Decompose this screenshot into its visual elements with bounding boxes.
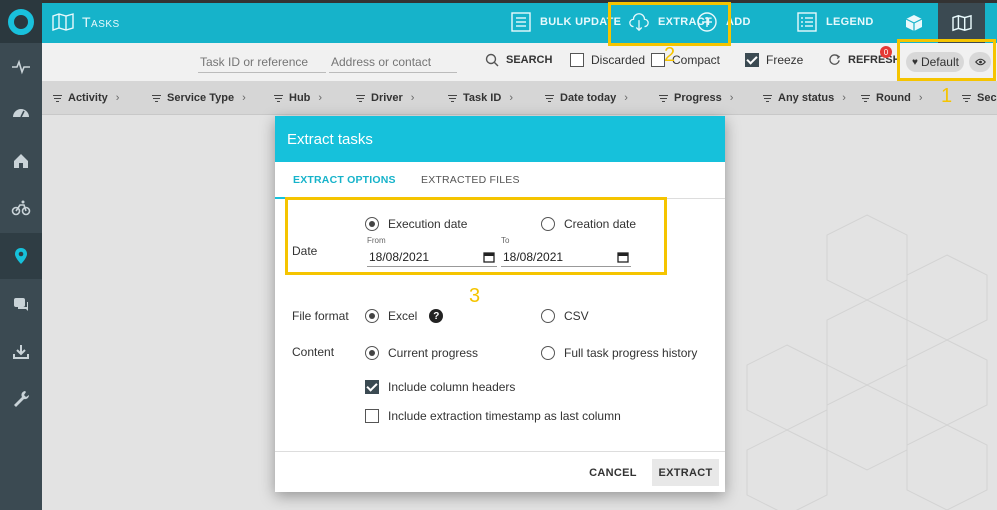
hexagon-pattern [746,214,988,510]
top-header: Tasks BULK UPDATE EXTRACT ADD LEGEND [42,3,997,43]
full-history-radio[interactable]: Full task progress history [541,346,697,360]
compact-check[interactable] [651,53,665,67]
freeze-check[interactable] [745,53,759,67]
column-task-id[interactable]: Task ID › [448,92,513,104]
freeze-label: Freeze [766,53,804,67]
annotation-box-1 [897,39,996,81]
notification-badge: 0 [880,46,892,58]
activity-icon[interactable] [0,44,42,90]
discarded-checkbox[interactable]: Discarded [570,53,645,67]
filter-bar: SEARCH Discarded Compact Freeze REFRESH … [42,43,997,81]
csv-radio[interactable]: CSV [541,309,589,323]
column-any-status[interactable]: Any status › [763,92,846,104]
freeze-checkbox[interactable]: Freeze [745,53,803,67]
help-icon[interactable]: ? [429,309,444,323]
dialog-title: Extract tasks [275,116,725,162]
page-title: Tasks [52,12,120,32]
download-icon[interactable] [0,329,42,375]
excel-radio-dot[interactable] [365,309,379,323]
page-title-text: Tasks [82,14,120,30]
search-button[interactable]: SEARCH [485,53,552,67]
include-timestamp-label: Include extraction timestamp as last col… [388,409,621,423]
column-progress[interactable]: Progress › [659,92,733,104]
csv-label: CSV [564,309,589,323]
column-hub[interactable]: Hub › [274,92,322,104]
csv-radio-dot[interactable] [541,309,555,323]
search-label: SEARCH [506,54,553,66]
map-view-icon [951,14,972,32]
legend-button[interactable]: LEGEND [796,11,874,33]
list-icon [511,12,531,32]
tab-extract-options[interactable]: EXTRACT OPTIONS [293,174,396,186]
map-icon [52,13,74,31]
task-id-input[interactable] [198,51,326,73]
chat-icon[interactable] [0,281,42,327]
current-progress-radio[interactable]: Current progress [365,346,478,360]
location-pin-icon[interactable] [0,233,42,279]
column-date-today[interactable]: Date today › [545,92,628,104]
include-timestamp-check[interactable] [365,409,379,423]
current-progress-label: Current progress [388,346,479,360]
annotation-number-1: 1 [941,85,953,107]
include-headers-checkbox[interactable]: Include column headers [365,380,515,394]
bicycle-icon[interactable] [0,185,42,231]
column-activity[interactable]: Activity › [53,92,119,104]
file-format-label: File format [292,309,349,323]
annotation-box-2 [608,2,731,46]
column-driver[interactable]: Driver › [356,92,414,104]
address-input[interactable] [329,51,457,73]
dashboard-icon[interactable] [0,90,42,136]
sidebar [0,0,42,510]
tab-extracted-files[interactable]: EXTRACTED FILES [421,174,520,186]
search-icon [485,53,499,67]
column-sec[interactable]: Sec [962,92,997,104]
legend-label: LEGEND [826,16,874,28]
current-progress-radio-dot[interactable] [365,346,379,360]
include-headers-check[interactable] [365,380,379,394]
annotation-number-3: 3 [469,285,481,307]
cube-view-button[interactable] [890,3,938,43]
map-view-button[interactable] [938,3,985,43]
column-service-type[interactable]: Service Type › [152,92,246,104]
discarded-check[interactable] [570,53,584,67]
compact-label: Compact [672,53,721,67]
excel-radio[interactable]: Excel ? [365,309,444,323]
cube-icon [905,15,923,31]
legend-list-icon [797,12,817,32]
refresh-icon [829,54,841,65]
dialog-footer: CANCEL EXTRACT [275,451,725,492]
home-icon[interactable] [0,138,42,184]
refresh-label: REFRESH [848,53,901,66]
include-timestamp-checkbox[interactable]: Include extraction timestamp as last col… [365,409,621,423]
annotation-number-2: 2 [664,44,676,66]
annotation-box-3 [285,197,667,275]
full-history-radio-dot[interactable] [541,346,555,360]
excel-label: Excel [388,309,418,323]
compact-checkbox[interactable]: Compact [651,53,720,67]
column-round[interactable]: Round › [861,92,923,104]
app-logo[interactable] [0,0,42,43]
cancel-button[interactable]: CANCEL [581,459,645,486]
content-label: Content [292,345,335,359]
discarded-label: Discarded [591,53,646,67]
full-history-label: Full task progress history [564,346,698,360]
bulk-update-button[interactable]: BULK UPDATE [510,11,621,33]
column-header-bar: Activity › Service Type › Hub › Driver › Tas… [42,81,997,115]
wrench-icon[interactable] [0,376,42,422]
dialog-extract-button[interactable]: EXTRACT [652,459,719,486]
include-headers-label: Include column headers [388,380,516,394]
dialog-tabs: EXTRACT OPTIONS EXTRACTED FILES [275,162,725,199]
extract-tasks-dialog: Extract tasks EXTRACT OPTIONS EXTRACTED … [275,116,725,492]
